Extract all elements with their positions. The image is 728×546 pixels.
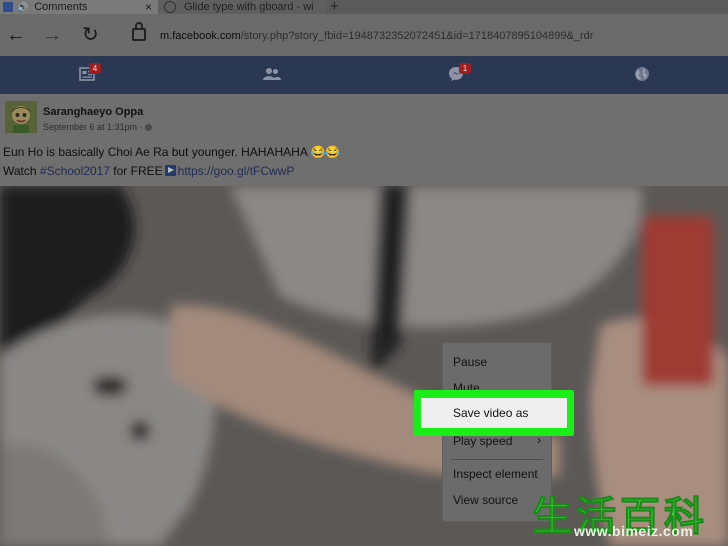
menu-item-inspect-element[interactable]: Inspect element (453, 467, 538, 481)
post-text-watch: Watch (3, 164, 40, 178)
post-meta: September 6 at 1:31pm · (43, 122, 153, 132)
post-text-line2: Watch #School2017 for FREE https://goo.gl… (3, 164, 294, 178)
menu-item-pause[interactable]: Pause (453, 355, 487, 369)
tab-glide-type[interactable]: Glide type with gboard - wi (158, 0, 326, 14)
avatar[interactable] (5, 101, 37, 133)
refresh-icon[interactable]: ↻ (82, 24, 99, 46)
facebook-favicon-icon (3, 2, 13, 12)
menu-item-save-video-as[interactable]: Save video as (453, 406, 528, 420)
hashtag-link[interactable]: #School2017 (40, 164, 110, 178)
post-timestamp[interactable]: September 6 at 1:31pm · (43, 122, 145, 132)
tab-bar: 🔊 Comments × Glide type with gboard - wi… (0, 0, 728, 15)
menu-separator (451, 459, 543, 460)
post-author[interactable]: Saranghaeyo Oppa (43, 106, 143, 118)
public-globe-icon (145, 124, 153, 131)
messages-badge: 1 (459, 63, 471, 74)
globe-icon[interactable] (634, 66, 650, 82)
url-path: /story.php?story_fbid=1948732352072451&i… (240, 30, 594, 42)
play-emoji-icon (164, 165, 176, 176)
tab-title: Comments (34, 1, 88, 13)
friends-icon[interactable] (262, 66, 282, 82)
tab-close-icon[interactable]: × (145, 0, 152, 14)
lock-icon (132, 22, 146, 41)
url-host: m.facebook.com (160, 30, 241, 42)
facebook-nav-bar: 4 1 (0, 56, 728, 94)
post-text-free: for FREE (109, 164, 163, 178)
tab-comments[interactable]: 🔊 Comments × (0, 0, 158, 14)
new-tab-button[interactable]: + (330, 0, 339, 15)
menu-item-view-source[interactable]: View source (453, 493, 518, 507)
speaker-icon[interactable]: 🔊 (17, 2, 28, 13)
loading-spinner-icon (164, 1, 176, 13)
address-bar-area: ← → ↻ m.facebook.com/story.php?story_fbi… (0, 14, 728, 56)
avatar-image-icon (5, 101, 37, 133)
post-text-line1: Eun Ho is basically Choi Ae Ra but young… (3, 145, 341, 159)
forward-arrow-icon[interactable]: → (42, 24, 62, 46)
watermark-url: www.bimeiz.com (574, 523, 694, 539)
notifications-badge: 4 (89, 63, 101, 74)
url-field[interactable]: m.facebook.com/story.php?story_fbid=1948… (160, 30, 593, 42)
facebook-post: Saranghaeyo Oppa September 6 at 1:31pm ·… (0, 94, 728, 546)
short-url-link[interactable]: https://goo.gl/tFCwwP (178, 164, 295, 178)
menu-item-play-speed[interactable]: Play speed (453, 434, 512, 448)
back-arrow-icon[interactable]: ← (6, 24, 26, 46)
tab-title: Glide type with gboard - wi (184, 1, 314, 13)
